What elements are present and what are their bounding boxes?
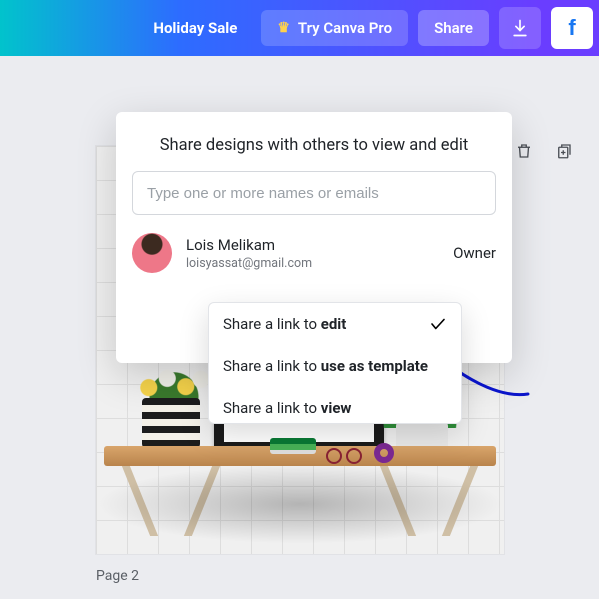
avatar	[132, 233, 172, 273]
books	[270, 438, 316, 454]
top-bar: Holiday Sale ♛ Try Canva Pro Share f	[0, 0, 599, 56]
owner-name: Lois Melikam	[186, 236, 312, 254]
duplicate-page-icon[interactable]	[555, 142, 573, 160]
editor-stage: Page 2 Share designs with others to view…	[0, 56, 599, 599]
link-option-edit[interactable]: Share a link to edit	[209, 303, 461, 345]
owner-role: Owner	[453, 244, 496, 262]
check-icon	[429, 315, 447, 333]
striped-vase	[142, 398, 200, 448]
trash-icon[interactable]	[515, 142, 533, 160]
purple-ring	[374, 443, 394, 463]
link-type-scroll[interactable]: Share a link to edit Share a link to use…	[209, 303, 461, 423]
floor-shadow	[96, 464, 504, 544]
page-tools	[515, 142, 573, 160]
glasses	[326, 446, 362, 458]
facebook-icon: f	[568, 15, 575, 41]
try-pro-label: Try Canva Pro	[298, 19, 392, 37]
download-icon	[510, 18, 530, 38]
facebook-button[interactable]: f	[551, 7, 593, 49]
share-popover-title: Share designs with others to view and ed…	[132, 136, 496, 155]
page-label: Page 2	[96, 568, 139, 584]
owner-row: Lois Melikam loisyassat@gmail.com Owner	[132, 233, 496, 273]
holiday-sale-label[interactable]: Holiday Sale	[153, 19, 237, 37]
link-option-view[interactable]: Share a link to view	[209, 387, 461, 423]
link-type-menu: Share a link to edit Share a link to use…	[208, 302, 462, 424]
link-option-template[interactable]: Share a link to use as template	[209, 345, 461, 387]
share-label: Share	[434, 19, 473, 37]
share-button[interactable]: Share	[418, 10, 489, 46]
download-button[interactable]	[499, 7, 541, 49]
try-canva-pro-button[interactable]: ♛ Try Canva Pro	[261, 10, 408, 46]
crown-icon: ♛	[277, 20, 290, 36]
share-email-input[interactable]	[132, 171, 496, 215]
owner-email: loisyassat@gmail.com	[186, 256, 312, 271]
